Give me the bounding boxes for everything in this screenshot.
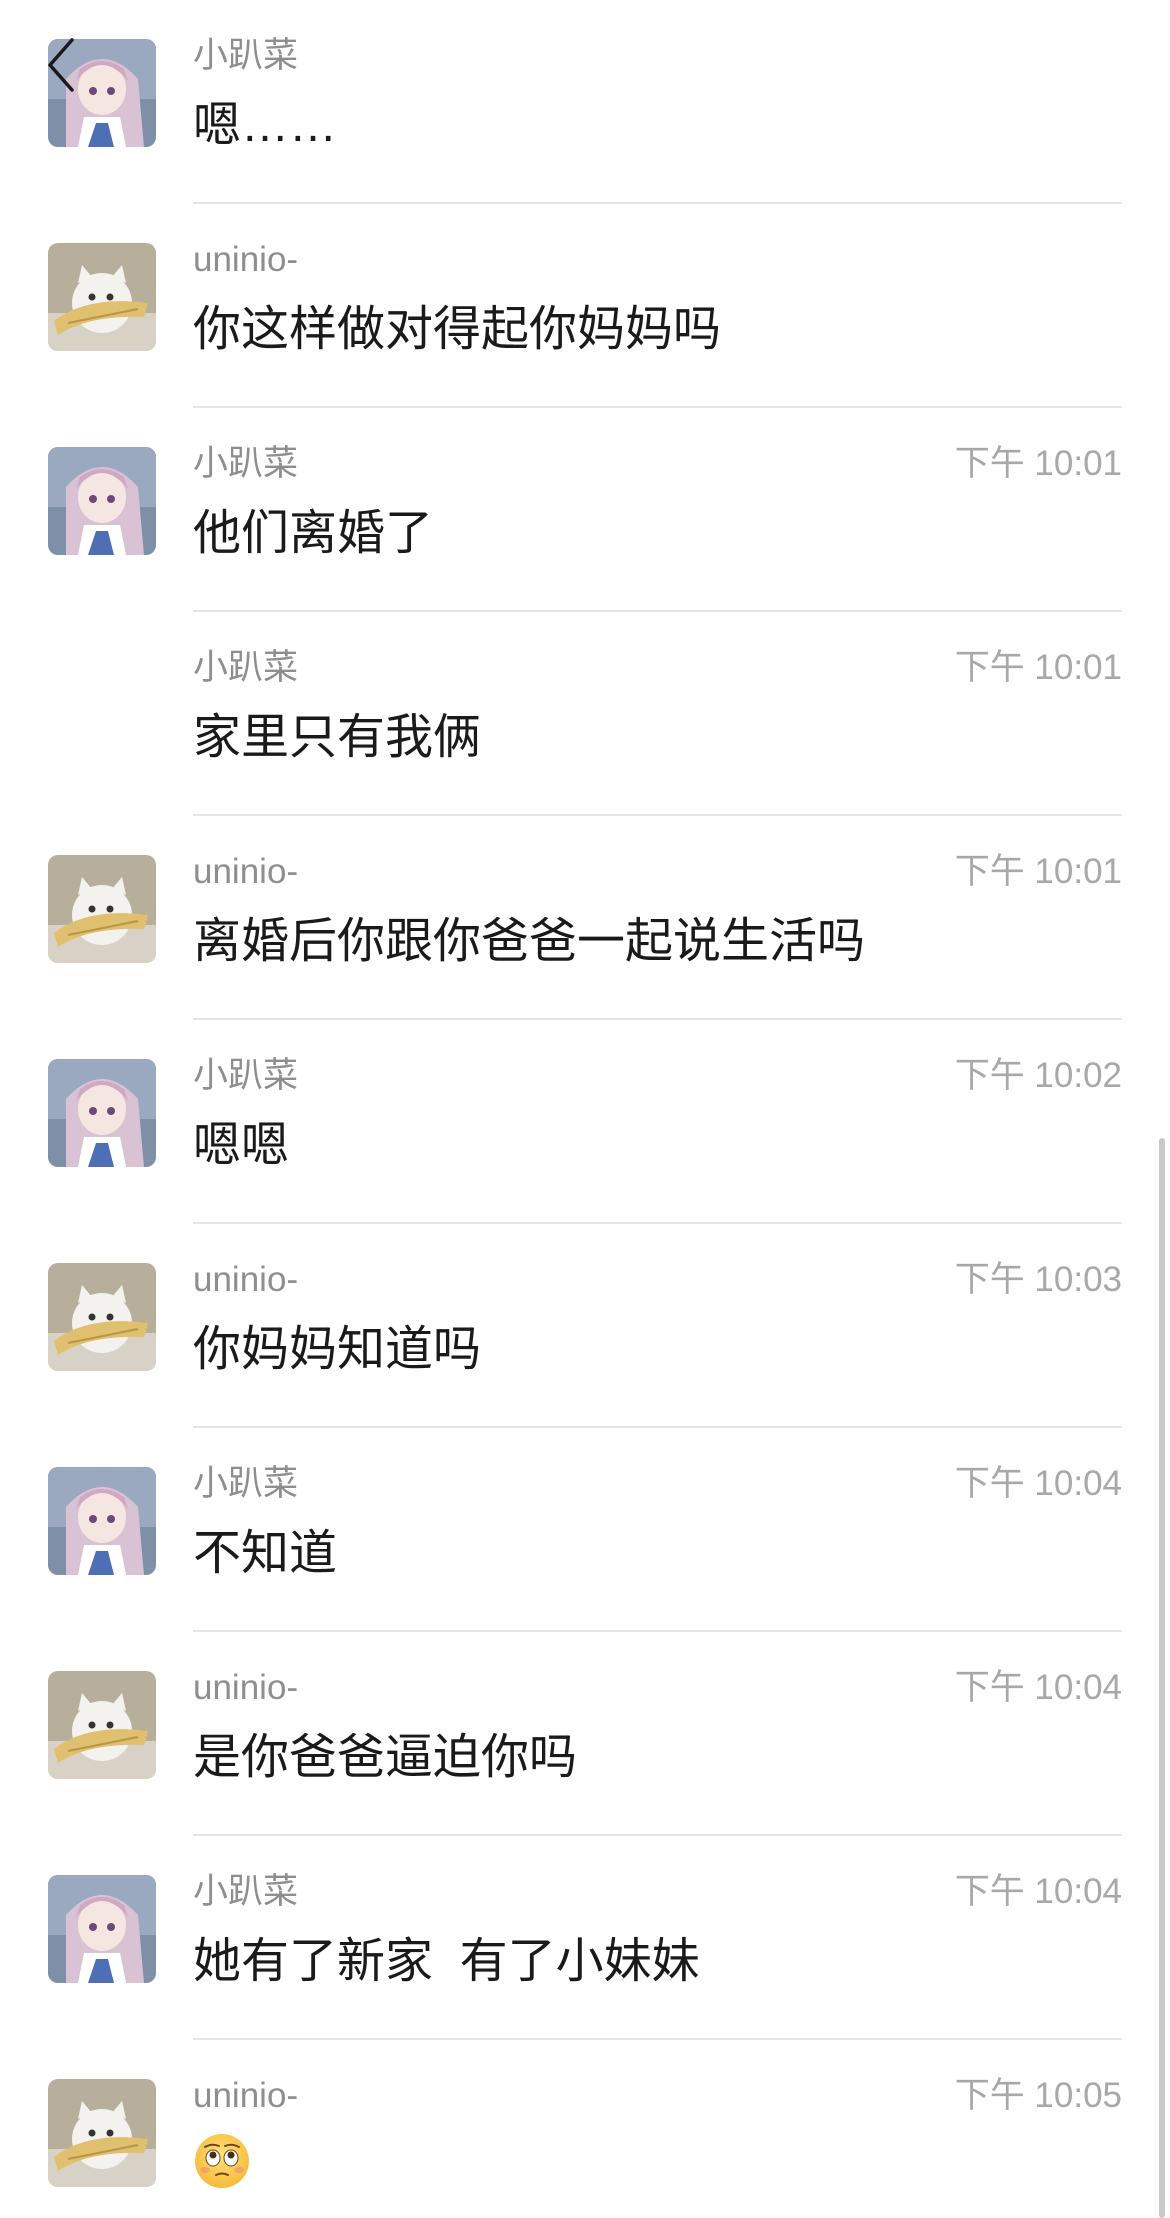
- message-text: 是你爸爸逼迫你吗: [193, 1731, 578, 1784]
- sender-name: uninio-: [193, 1260, 299, 1299]
- anime-girl-avatar-icon: [48, 1875, 156, 1983]
- message-text: 嗯嗯: [193, 1119, 290, 1172]
- white-cat-avatar-icon: [48, 1671, 156, 1779]
- message-time: 下午 10:02: [954, 1056, 1122, 1095]
- message-time: 下午 10:03: [954, 1260, 1122, 1299]
- sender-name: 小趴菜: [193, 444, 299, 483]
- message-time: 下午 10:01: [954, 648, 1122, 687]
- sender-avatar[interactable]: [48, 447, 156, 555]
- sender-avatar[interactable]: [48, 1263, 156, 1371]
- message-text: 她有了新家 有了小妹妹: [193, 1935, 700, 1988]
- sender-name: uninio-: [193, 1668, 299, 1707]
- sender-avatar[interactable]: [48, 2079, 156, 2187]
- sender-name: uninio-: [193, 240, 299, 279]
- chat-screen: 小趴菜 嗯…… uninio- 你这样做对得起你妈妈吗 小趴菜 下午 10:01…: [0, 0, 1170, 2218]
- chevron-left-icon: [48, 38, 74, 92]
- white-cat-avatar-icon: [48, 243, 156, 351]
- message-text: 不知道: [193, 1527, 338, 1580]
- message-item[interactable]: 小趴菜 下午 10:04 不知道: [0, 1428, 1170, 1632]
- white-cat-avatar-icon: [48, 855, 156, 963]
- message-item[interactable]: uninio- 你这样做对得起你妈妈吗: [0, 204, 1170, 408]
- sender-name: 小趴菜: [193, 1872, 299, 1911]
- message-text: 嗯……: [193, 99, 338, 152]
- message-item[interactable]: uninio- 下午 10:05: [0, 2040, 1170, 2218]
- message-text: 你妈妈知道吗: [193, 1323, 482, 1376]
- anime-girl-avatar-icon: [48, 447, 156, 555]
- message-item[interactable]: uninio- 下午 10:01 离婚后你跟你爸爸一起说生活吗: [0, 816, 1170, 1020]
- sender-name: 小趴菜: [193, 36, 299, 75]
- sender-name: 小趴菜: [193, 1056, 299, 1095]
- sender-avatar[interactable]: [48, 1059, 156, 1167]
- anime-girl-avatar-icon: [48, 1467, 156, 1575]
- message-list[interactable]: 小趴菜 嗯…… uninio- 你这样做对得起你妈妈吗 小趴菜 下午 10:01…: [0, 0, 1170, 2218]
- message-time: 下午 10:04: [954, 1872, 1122, 1911]
- white-cat-avatar-icon: [48, 2079, 156, 2187]
- scrollbar[interactable]: [1159, 1138, 1165, 2218]
- message-item[interactable]: 小趴菜 嗯……: [0, 0, 1170, 204]
- message-item[interactable]: 小趴菜 下午 10:01 家里只有我俩: [0, 612, 1170, 816]
- sender-avatar[interactable]: [48, 1671, 156, 1779]
- sender-name: uninio-: [193, 852, 299, 891]
- message-time: 下午 10:05: [954, 2076, 1122, 2115]
- message-text: 家里只有我俩: [193, 711, 482, 764]
- sender-name: uninio-: [193, 2076, 299, 2115]
- message-item[interactable]: uninio- 下午 10:03 你妈妈知道吗: [0, 1224, 1170, 1428]
- flushed-face-emoji-icon: [193, 2132, 251, 2190]
- sender-name: 小趴菜: [193, 648, 299, 687]
- message-item[interactable]: 小趴菜 下午 10:02 嗯嗯: [0, 1020, 1170, 1224]
- anime-girl-avatar-icon: [48, 1059, 156, 1167]
- sender-avatar[interactable]: [48, 1467, 156, 1575]
- message-time: 下午 10:04: [954, 1668, 1122, 1707]
- back-button[interactable]: [42, 34, 92, 96]
- white-cat-avatar-icon: [48, 1263, 156, 1371]
- message-text: 他们离婚了: [193, 507, 434, 560]
- message-item[interactable]: 小趴菜 下午 10:01 他们离婚了: [0, 408, 1170, 612]
- message-text: 离婚后你跟你爸爸一起说生活吗: [193, 915, 866, 968]
- sender-avatar[interactable]: [48, 243, 156, 351]
- sender-avatar[interactable]: [48, 855, 156, 963]
- sender-name: 小趴菜: [193, 1464, 299, 1503]
- message-item[interactable]: 小趴菜 下午 10:04 她有了新家 有了小妹妹: [0, 1836, 1170, 2040]
- message-time: 下午 10:01: [954, 852, 1122, 891]
- message-item[interactable]: uninio- 下午 10:04 是你爸爸逼迫你吗: [0, 1632, 1170, 1836]
- sender-avatar[interactable]: [48, 1875, 156, 1983]
- message-text: 你这样做对得起你妈妈吗: [193, 303, 722, 356]
- message-time: 下午 10:04: [954, 1464, 1122, 1503]
- message-time: 下午 10:01: [954, 444, 1122, 483]
